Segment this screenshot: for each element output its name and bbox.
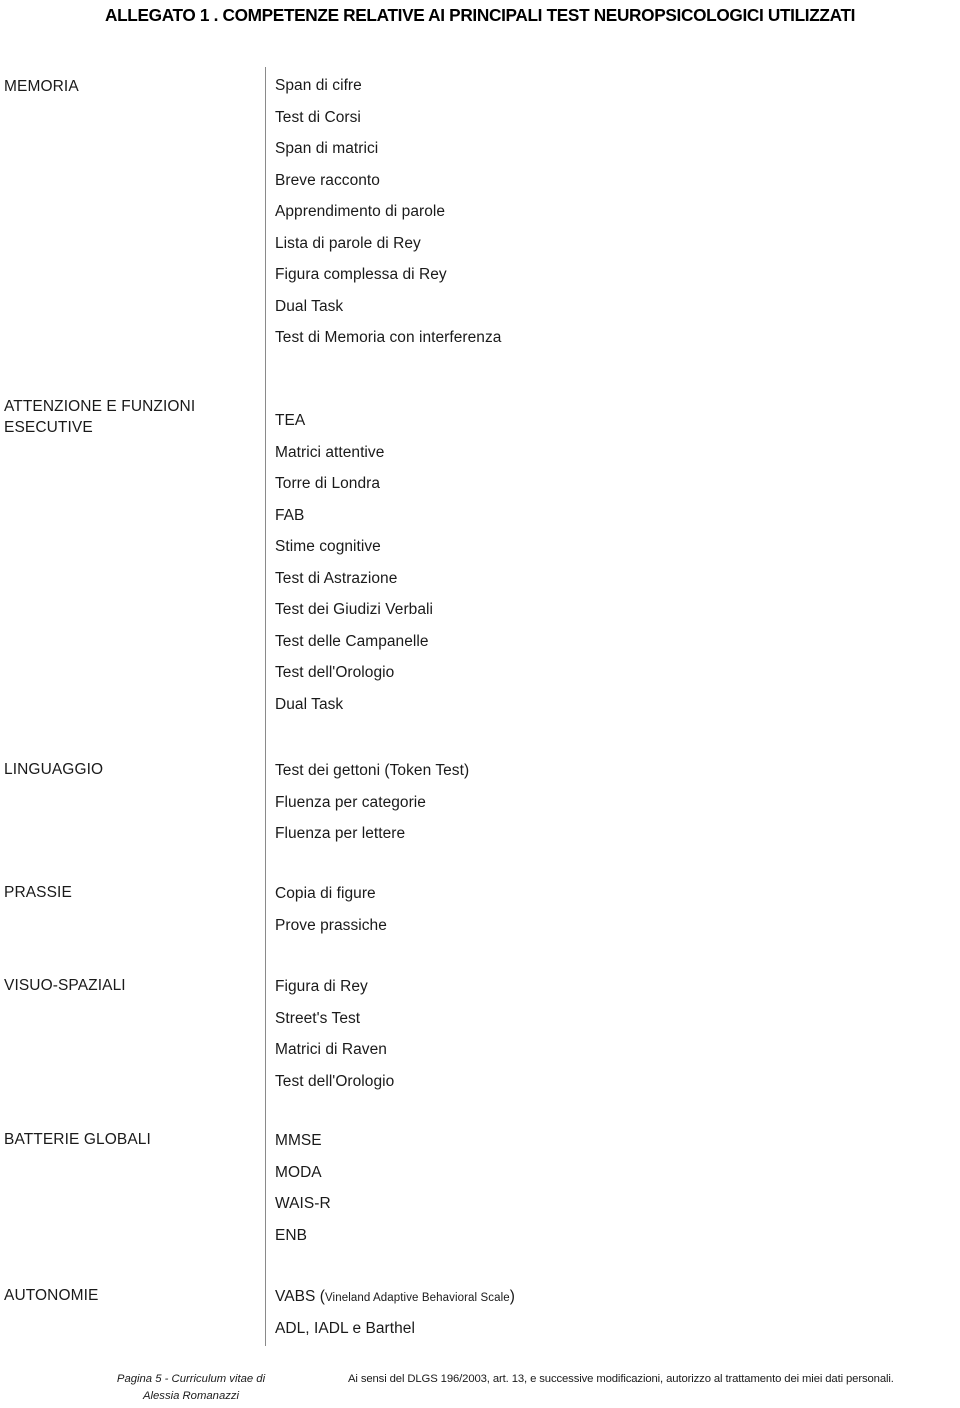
test-list: Figura di Rey Street's Test Matrici di Rav…: [275, 971, 915, 1097]
test-item: Test di Astrazione: [275, 569, 398, 587]
test-item: Figura di Rey: [275, 978, 368, 995]
test-item: Span di cifre: [275, 77, 362, 94]
test-item-text: VABS (: [275, 1288, 325, 1305]
test-list: TEA Matrici attentive Torre di Londra FAB St…: [275, 405, 915, 720]
category-label: MEMORIA: [4, 78, 79, 95]
test-item: Test dei Giudizi Verbali: [275, 601, 434, 618]
test-item: Test di Memoria con interferenza: [275, 329, 502, 346]
category-label: ATTENZIONE E FUNZIONI ESECUTIVE: [4, 398, 196, 436]
test-item: Street's Test: [275, 1009, 361, 1027]
test-item: Fluenza per lettere: [275, 825, 406, 842]
test-item: Dual Task: [275, 297, 344, 315]
test-item: Test dell'Orologio: [275, 1072, 395, 1090]
footer-privacy-notice: Ai sensi del DLGS 196/2003, art. 13, e s…: [348, 1373, 894, 1385]
test-item-text: ADL, IADL e Barthel: [275, 1319, 415, 1337]
test-list: Span di cifre Test di Corsi Span di matric…: [275, 70, 915, 354]
test-list: MMSE MODA WAIS-R ENB: [275, 1125, 915, 1251]
test-item: Lista di parole di Rey: [275, 234, 421, 252]
footer-left-block: Pagina 5 - Curriculum vitae di Alessia R…: [66, 1371, 316, 1404]
test-item: Span di matrici: [275, 140, 379, 157]
footer-page-line: Pagina 5 - Curriculum vitae di: [116, 1373, 266, 1385]
test-item: Apprendimento di parole: [275, 203, 446, 220]
test-item: Copia di figure: [275, 885, 376, 902]
category-label: BATTERIE GLOBALI: [4, 1131, 151, 1148]
page-footer: Pagina 5 - Curriculum vitae di Alessia R…: [0, 1371, 960, 1408]
category-label: VISUO-SPAZIALI: [4, 977, 126, 994]
test-item: WAIS-R: [275, 1195, 331, 1212]
test-list: Copia di figure Prove prassiche: [275, 878, 915, 941]
test-item: Fluenza per categorie: [275, 793, 426, 811]
test-list: Test dei gettoni (Token Test) Fluenza per…: [275, 755, 915, 850]
test-item: Test dei gettoni (Token Test): [275, 762, 470, 779]
test-item: Matrici attentive: [275, 443, 385, 461]
test-item: Matrici di Raven: [275, 1041, 387, 1058]
test-list: VABS (Vineland Adaptive Behavioral Scale…: [275, 1281, 915, 1344]
test-item: Stime cognitive: [275, 538, 381, 555]
test-item: ENB: [275, 1226, 308, 1244]
test-item: Test di Corsi: [275, 108, 361, 126]
test-item-expansion: Vineland Adaptive Behavioral Scale: [324, 1292, 510, 1304]
test-item: TEA: [275, 412, 306, 429]
test-item: Torre di Londra: [275, 475, 381, 492]
category-label: PRASSIE: [4, 884, 72, 901]
test-item: MODA: [275, 1163, 322, 1181]
page-title: ALLEGATO 1 . COMPETENZE RELATIVE AI PRIN…: [105, 5, 856, 25]
test-item: Test dell'Orologio: [275, 664, 395, 681]
footer-name-line: Alessia Romanazzi: [142, 1389, 240, 1402]
test-item-text: ): [509, 1288, 515, 1305]
test-item: FAB: [275, 506, 305, 524]
category-label: LINGUAGGIO: [4, 761, 104, 778]
category-label: AUTONOMIE: [4, 1287, 99, 1304]
test-item: MMSE: [275, 1132, 322, 1149]
column-divider: [265, 67, 266, 1346]
document-page: ALLEGATO 1 . COMPETENZE RELATIVE AI PRIN…: [0, 0, 960, 1408]
test-item: Test delle Campanelle: [275, 632, 429, 650]
test-item: Dual Task: [275, 695, 344, 713]
test-item: Prove prassiche: [275, 916, 387, 934]
test-item: ADL, IADL e Barthel: [275, 1313, 915, 1345]
test-item: Figura complessa di Rey: [275, 266, 447, 283]
test-item: Breve racconto: [275, 171, 380, 189]
test-item: VABS (Vineland Adaptive Behavioral Scale…: [275, 1281, 915, 1313]
